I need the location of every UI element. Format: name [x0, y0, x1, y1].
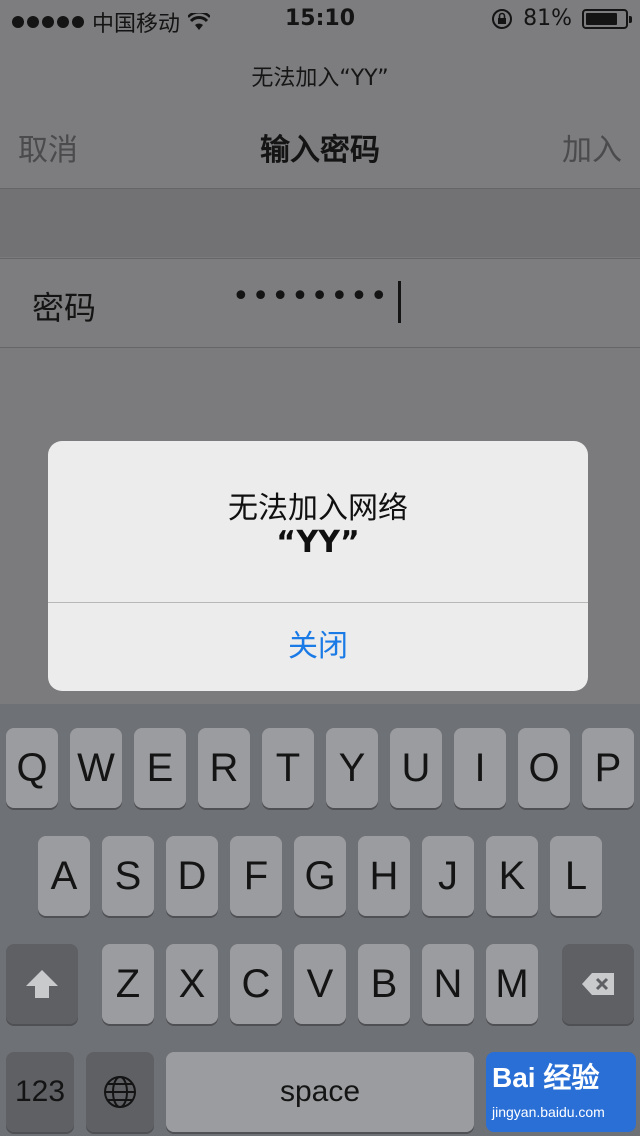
key-s[interactable]: S [102, 836, 154, 916]
baidu-watermark: Bai 经验 jingyan.baidu.com [486, 1052, 636, 1132]
navigation-bar: 无法加入“YY” 取消 输入密码 加入 [0, 40, 640, 189]
key-n[interactable]: N [422, 944, 474, 1024]
space-key[interactable]: space [166, 1052, 474, 1132]
status-right: 81% [491, 6, 632, 31]
rotation-lock-icon [492, 8, 513, 29]
key-d[interactable]: D [166, 836, 218, 916]
key-z[interactable]: Z [102, 944, 154, 1024]
close-button[interactable]: 关闭 [48, 603, 588, 691]
shift-icon [26, 970, 58, 998]
key-f[interactable]: F [230, 836, 282, 916]
watermark-brand: Bai 经验 [492, 1062, 600, 1093]
key-m[interactable]: M [486, 944, 538, 1024]
alert-network-name: “YY” [276, 525, 360, 560]
nav-prompt: 无法加入“YY” [251, 66, 389, 91]
globe-icon [104, 1076, 136, 1108]
key-g[interactable]: G [294, 836, 346, 916]
password-label: 密码 [32, 289, 97, 327]
globe-key[interactable] [86, 1052, 154, 1132]
key-k[interactable]: K [486, 836, 538, 916]
delete-icon [582, 973, 614, 995]
key-q[interactable]: Q [6, 728, 58, 808]
password-field-row[interactable]: 密码 •••••••• [0, 258, 640, 348]
key-b[interactable]: B [358, 944, 410, 1024]
key-t[interactable]: T [262, 728, 314, 808]
watermark-url: jingyan.baidu.com [492, 1104, 605, 1120]
battery-icon [582, 8, 632, 29]
join-button[interactable]: 加入 [562, 125, 622, 169]
delete-key[interactable] [562, 944, 634, 1024]
numbers-key[interactable]: 123 [6, 1052, 74, 1132]
key-a[interactable]: A [38, 836, 90, 916]
key-x[interactable]: X [166, 944, 218, 1024]
key-y[interactable]: Y [326, 728, 378, 808]
key-p[interactable]: P [582, 728, 634, 808]
key-h[interactable]: H [358, 836, 410, 916]
key-e[interactable]: E [134, 728, 186, 808]
text-cursor [398, 281, 401, 323]
status-bar: 中国移动 15:10 81% [0, 0, 640, 40]
shift-key[interactable] [6, 944, 78, 1024]
key-j[interactable]: J [422, 836, 474, 916]
section-spacer [0, 189, 640, 257]
key-i[interactable]: I [454, 728, 506, 808]
key-w[interactable]: W [70, 728, 122, 808]
page-title: 输入密码 [260, 133, 380, 168]
alert-title: 无法加入网络 [228, 491, 408, 526]
password-input[interactable]: •••••••• [232, 279, 390, 314]
key-o[interactable]: O [518, 728, 570, 808]
battery-percent: 81% [523, 6, 572, 31]
alert-dialog: 无法加入网络 “YY” 关闭 [48, 441, 588, 691]
key-l[interactable]: L [550, 836, 602, 916]
key-c[interactable]: C [230, 944, 282, 1024]
key-u[interactable]: U [390, 728, 442, 808]
key-v[interactable]: V [294, 944, 346, 1024]
key-r[interactable]: R [198, 728, 250, 808]
